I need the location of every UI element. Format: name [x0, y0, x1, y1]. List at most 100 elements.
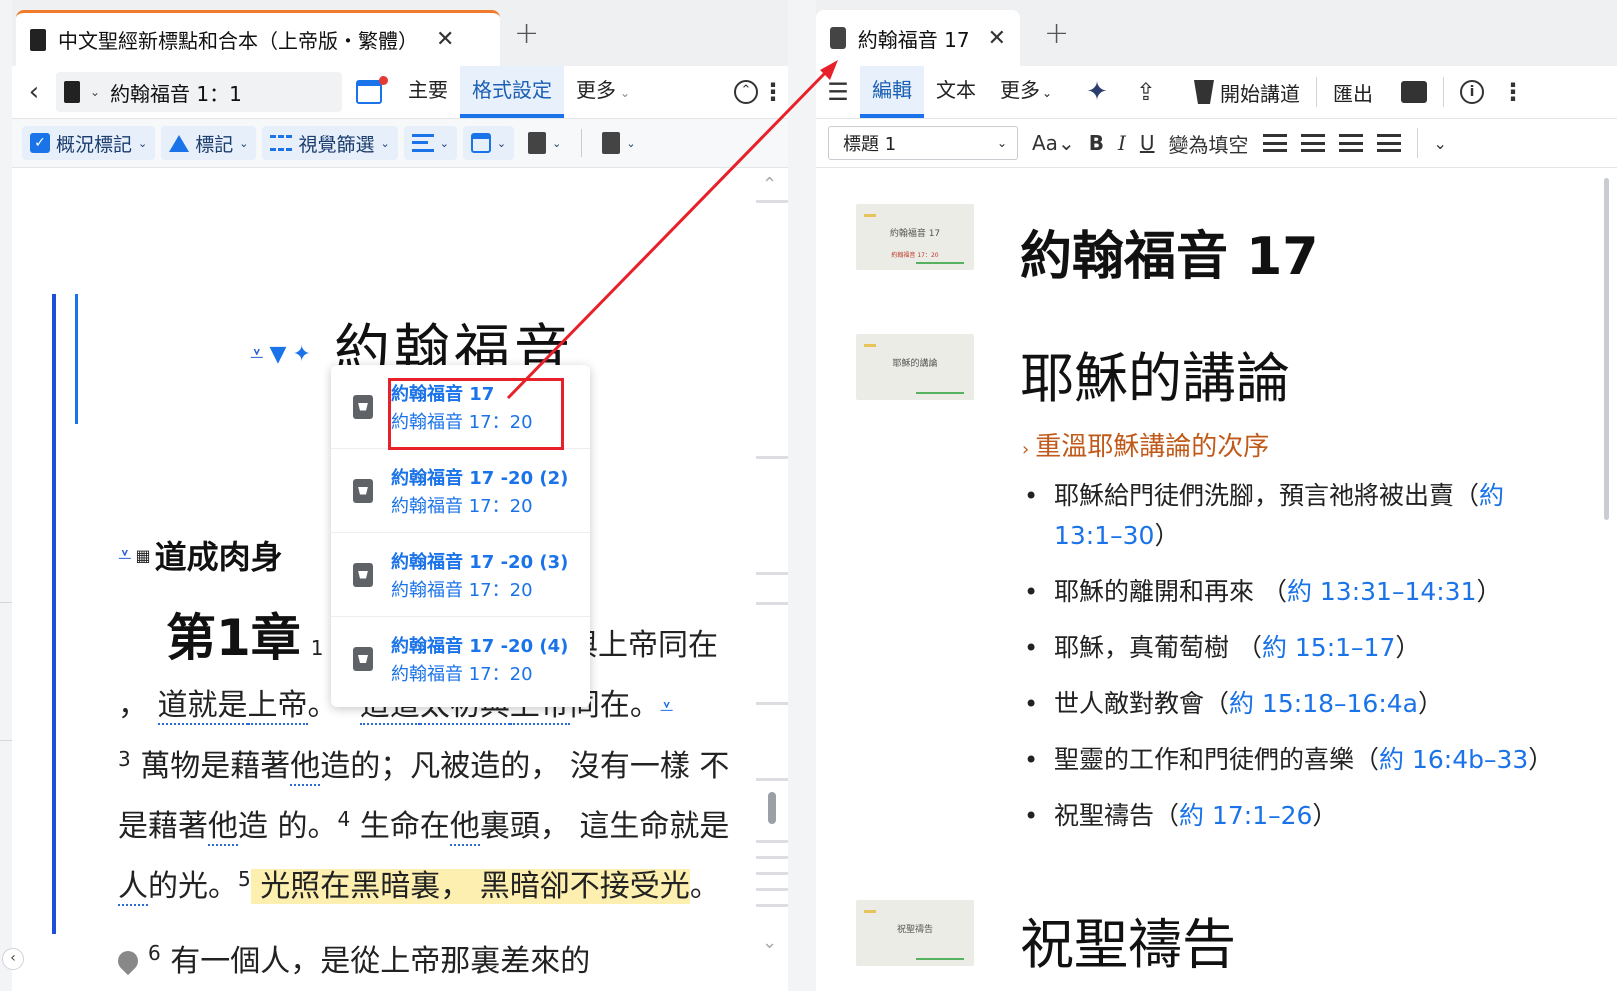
presentation-link-icon[interactable]: ▼	[270, 342, 287, 367]
layout-button[interactable]: ⌄	[403, 126, 457, 160]
list-item[interactable]: 耶穌給門徒們洗腳，預言祂將被出賣（約 13:1–30）	[1022, 476, 1562, 556]
sparkle-icon[interactable]: ✦	[292, 342, 310, 367]
more-options-icon[interactable]: ⋮	[1498, 80, 1528, 104]
sermon-document: 約翰福音 17 約翰福音 17：20 耶穌的講論 祝聖禱告 約翰福音 17 耶穌…	[816, 168, 1617, 991]
scripture-link[interactable]: 約 17:1–26	[1179, 801, 1312, 830]
add-tab-button[interactable]: +	[1044, 16, 1069, 51]
presentation-link-item[interactable]: 約翰福音 17 -20 (3) 約翰福音 17：20	[331, 533, 590, 617]
reading-plan-calendar-icon[interactable]	[356, 76, 388, 104]
bold-button[interactable]: B	[1089, 131, 1104, 155]
reading-mark-icon[interactable]: ⩡	[118, 541, 132, 569]
tab-sermon[interactable]: 約翰福音 17 ✕	[816, 10, 1020, 66]
scripture-link[interactable]: 約 13:31–14:31	[1287, 577, 1477, 606]
reading-mark-icon[interactable]: ⩡	[250, 340, 264, 368]
reference-input[interactable]: 約翰福音 1：1	[110, 78, 242, 107]
presentation-link-item[interactable]: 約翰福音 17 -20 (4) 約翰福音 17：20	[331, 617, 590, 701]
scroll-thumb[interactable]	[768, 792, 776, 824]
subheading-text: 重溫耶穌講論的次序	[1035, 432, 1270, 462]
scroll-down-icon[interactable]: ⌄	[762, 932, 777, 953]
italic-button[interactable]: I	[1118, 131, 1126, 155]
tab-main[interactable]: 主要	[396, 66, 460, 118]
slide-thumbnail[interactable]: 耶穌的講論	[856, 334, 974, 400]
visual-filter-label: 視覺篩選	[298, 133, 375, 156]
indent-icon[interactable]	[1376, 134, 1401, 152]
overview-marks-button[interactable]: ✓ 概況標記 ⌄	[22, 126, 156, 160]
export-button[interactable]: 匯出	[1333, 78, 1373, 107]
subheading[interactable]: › 重溫耶穌講論的次序	[1022, 426, 1269, 463]
list-item[interactable]: 聖靈的工作和門徒們的喜樂（約 16:4b–33）	[1022, 740, 1562, 780]
word-link[interactable]: 他	[290, 749, 321, 786]
list-item[interactable]: 耶穌的離開和再來 （約 13:31–14:31）	[1022, 572, 1562, 612]
calendar-button[interactable]: ⌄	[462, 126, 515, 160]
thumb-title: 耶穌的講論	[892, 359, 938, 369]
document-scrollbar[interactable]	[1604, 178, 1609, 520]
tab-more-label: 更多	[576, 78, 616, 102]
verse-number: 3	[118, 747, 131, 771]
scroll-to-top-icon[interactable]: ⌃	[734, 80, 758, 104]
section-heading: ⩡ ▦ 道成肉身	[118, 532, 283, 578]
font-size-button[interactable]: Aa⌄	[1032, 131, 1075, 155]
list-item[interactable]: 世人敵對教會（約 15:18–16:4a）	[1022, 684, 1562, 724]
ai-sparkle-icon[interactable]: ✦	[1086, 77, 1108, 107]
add-tab-button[interactable]: +	[514, 16, 539, 51]
thumb-accent	[916, 958, 964, 960]
heading[interactable]: 祝聖禱告	[1020, 900, 1236, 979]
book-picker[interactable]: ⌄ 約翰福音 1：1	[56, 72, 342, 112]
list-item-text: ）	[1154, 521, 1180, 550]
tab-format-settings[interactable]: 格式設定	[460, 66, 564, 118]
tab-close-icon[interactable]: ✕	[436, 27, 454, 52]
presentation-link-item[interactable]: 約翰福音 17 -20 (2) 約翰福音 17：20	[331, 449, 590, 533]
list-item[interactable]: 耶穌，真葡萄樹 （約 15:1–17）	[1022, 628, 1562, 668]
word-link[interactable]: 他	[208, 809, 238, 846]
media-icon[interactable]: ▦	[136, 546, 151, 565]
notes-button[interactable]: ⌄	[520, 126, 569, 160]
document-button[interactable]: ⌄	[594, 126, 643, 160]
pane-divider[interactable]	[788, 0, 816, 991]
tab-bible-label: 中文聖經新標點和合本（上帝版・繁體）	[58, 29, 418, 53]
more-options-icon[interactable]: ⋮	[758, 80, 788, 104]
paragraph-style-select[interactable]: 標題 1 ⌄	[828, 126, 1018, 160]
make-cloze-button[interactable]: 變為填空	[1169, 129, 1249, 158]
word-link[interactable]: 道就是	[157, 688, 248, 725]
document-title[interactable]: 約翰福音 17	[1020, 214, 1318, 289]
printer-icon[interactable]	[1400, 81, 1427, 103]
word-link[interactable]: 上帝	[247, 688, 308, 725]
underline-button[interactable]: U	[1140, 131, 1155, 155]
slide-thumbnail[interactable]: 約翰福音 17 約翰福音 17：20	[856, 204, 974, 270]
numbered-list-icon[interactable]	[1300, 134, 1325, 152]
marks-button[interactable]: 標記 ⌄	[161, 126, 257, 160]
highlighted-text[interactable]: 光照在黑暗裏， 黑暗卻不接受光	[250, 869, 690, 904]
hamburger-menu-icon[interactable]: ☰	[816, 78, 860, 106]
tab-more[interactable]: 更多 ⌄	[564, 66, 642, 118]
tab-close-icon[interactable]: ✕	[988, 26, 1006, 51]
word-link[interactable]: 他	[449, 809, 480, 846]
expand-toolbar-icon[interactable]: ⌄	[1434, 134, 1447, 153]
scripture-link[interactable]: 約 15:1–17	[1262, 633, 1395, 662]
collapse-arrow-icon[interactable]: ›	[1022, 439, 1029, 460]
tab-more[interactable]: 更多 ⌄	[988, 66, 1064, 118]
bullet-list-icon[interactable]	[1262, 134, 1287, 152]
share-icon[interactable]: ⇪	[1136, 78, 1156, 106]
visual-filter-button[interactable]: 視覺篩選 ⌄	[262, 126, 398, 160]
reader-scrollbar[interactable]: ⌃ ⌄	[756, 168, 788, 991]
word-link[interactable]: 人	[118, 869, 148, 906]
scroll-up-icon[interactable]: ⌃	[762, 174, 777, 195]
presentation-link-item[interactable]: 約翰福音 17 約翰福音 17：20	[331, 365, 590, 449]
collapse-panel-button[interactable]: ‹	[2, 948, 24, 970]
slide-thumbnail[interactable]: 祝聖禱告	[856, 900, 974, 966]
tab-text[interactable]: 文本	[924, 66, 988, 118]
location-pin-icon[interactable]	[113, 946, 143, 976]
list-item[interactable]: 祝聖禱告（約 17:1–26）	[1022, 796, 1562, 836]
toolbar-divider	[1416, 128, 1418, 158]
start-presentation-button[interactable]: 開始講道	[1193, 78, 1300, 107]
heading[interactable]: 耶穌的講論	[1020, 334, 1290, 413]
scripture-link[interactable]: 約 16:4b–33	[1379, 745, 1528, 774]
info-icon[interactable]: i	[1459, 80, 1484, 104]
back-icon[interactable]: ‹	[12, 77, 56, 107]
outdent-icon[interactable]	[1338, 134, 1363, 152]
reading-mark-icon[interactable]: ⩡	[660, 693, 674, 721]
tab-bible[interactable]: 中文聖經新標點和合本（上帝版・繁體） ✕	[16, 10, 500, 66]
scripture-link[interactable]: 約 15:18–16:4a	[1229, 689, 1418, 718]
verse-text: 的光。	[148, 869, 238, 904]
tab-edit[interactable]: 編輯	[860, 66, 924, 118]
